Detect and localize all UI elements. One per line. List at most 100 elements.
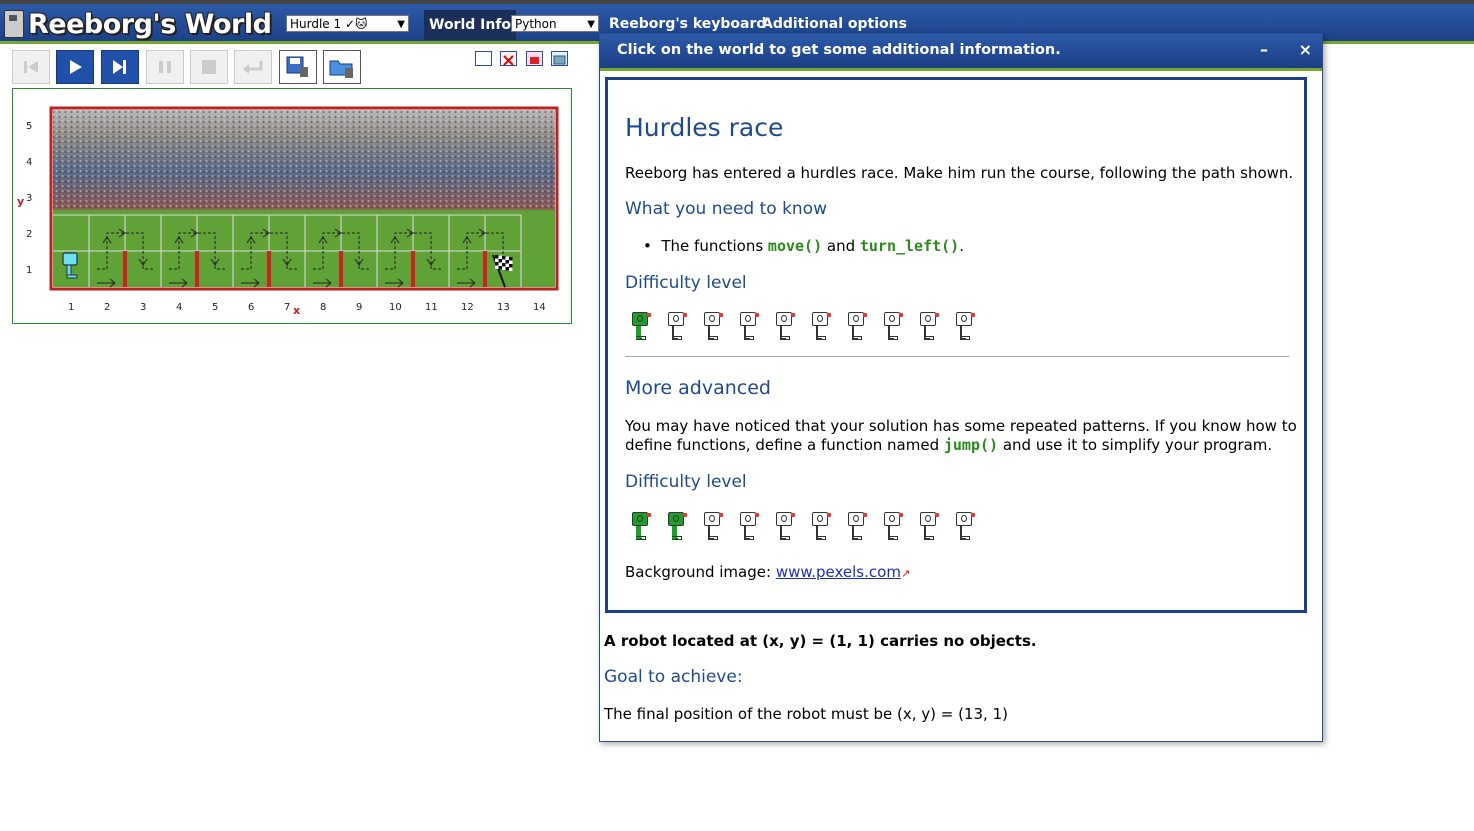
difficulty-heading: Difficulty level	[625, 273, 747, 293]
world-select-value: Hurdle 1 ✓🐱	[290, 17, 368, 31]
save-file-button[interactable]	[279, 50, 317, 84]
x-icon	[503, 55, 514, 66]
advanced-text-line1: You may have noticed that your solution …	[625, 417, 1297, 435]
flag-square	[498, 262, 502, 266]
x-tick-label: 10	[389, 302, 402, 313]
intro-text: Reeborg has entered a hurdles race. Make…	[625, 164, 1294, 182]
advanced-text-line2: define functions, define a function name…	[625, 436, 1272, 454]
difficulty-robot-icon	[954, 512, 990, 544]
bullet-item: • The functions move() and turn_left().	[643, 237, 964, 255]
x-tick-label: 13	[497, 302, 510, 313]
reverse-step-button[interactable]	[12, 50, 50, 84]
bullet-end: .	[959, 237, 964, 255]
stadium-background	[53, 110, 555, 287]
function-jump: jump()	[943, 436, 999, 454]
red-square-icon	[530, 57, 539, 64]
function-move: move()	[767, 237, 823, 255]
y-axis-label: y	[17, 195, 24, 208]
pexels-link[interactable]: www.pexels.com	[776, 563, 901, 581]
save-icon	[286, 56, 308, 77]
x-tick-label: 14	[533, 302, 546, 313]
dialog-header[interactable]: Click on the world to get some additiona…	[600, 34, 1322, 71]
background-label: Background image:	[625, 563, 776, 581]
x-tick-label: 11	[425, 302, 438, 313]
bullet-icon: •	[643, 237, 662, 255]
advanced-heading: More advanced	[625, 377, 771, 399]
highlight-icon[interactable]	[526, 51, 543, 66]
pause-button[interactable]	[146, 50, 184, 84]
advanced-text-b: and use it to simplify your program.	[998, 436, 1273, 454]
background-credit: Background image: www.pexels.com↗	[625, 563, 910, 581]
robot-tool-icon[interactable]	[475, 51, 492, 66]
flag-square	[495, 258, 499, 262]
x-tick-label: 5	[212, 302, 218, 313]
y-tick-label: 1	[26, 265, 32, 276]
x-tick-label: 3	[140, 302, 146, 313]
clear-robot-icon[interactable]	[500, 51, 517, 66]
chevron-down-icon: ▼	[587, 19, 595, 30]
app-title: Reeborg's World	[28, 8, 272, 40]
robot-foot	[66, 274, 78, 279]
pause-icon	[159, 61, 171, 73]
flag-square	[505, 267, 509, 271]
difficulty-heading-2: Difficulty level	[625, 472, 747, 492]
flag-square	[495, 262, 499, 266]
step-button[interactable]	[101, 50, 139, 84]
x-axis-label: x	[293, 304, 300, 317]
stop-button[interactable]	[190, 50, 228, 84]
flag-square	[498, 255, 502, 259]
x-tick-label: 9	[356, 302, 362, 313]
y-tick-label: 4	[26, 157, 32, 168]
flag-square	[505, 260, 509, 264]
minimize-button[interactable]: –	[1260, 40, 1268, 59]
bullet-text: The functions	[661, 237, 768, 255]
difficulty-robot-icon	[846, 312, 882, 344]
flag-square	[505, 256, 509, 260]
reverse-step-icon	[24, 61, 38, 73]
world-canvas[interactable]: 12345 1 2 3 4 5 6 7 8 9 10 11 12 13 14 y x	[12, 88, 572, 324]
x-tick-label: 2	[104, 302, 110, 313]
step-icon	[113, 60, 126, 74]
robot-head	[62, 252, 78, 266]
additional-options-button[interactable]: Additional options	[757, 14, 912, 34]
y-tick-label: 3	[26, 193, 32, 204]
flag-square	[505, 263, 509, 267]
reload-button[interactable]	[234, 50, 272, 84]
robot-info: A robot located at (x, y) = (1, 1) carri…	[604, 632, 1037, 650]
chevron-down-icon: ▼	[397, 19, 405, 30]
world-info-dialog: Click on the world to get some additiona…	[599, 33, 1323, 742]
difficulty-robot-icon	[666, 312, 702, 344]
advanced-text-a: define functions, define a function name…	[625, 436, 944, 454]
difficulty-robot-icon	[810, 512, 846, 544]
open-folder-icon	[329, 60, 353, 78]
keyboard-button[interactable]: Reeborg's keyboard	[604, 14, 771, 34]
language-select[interactable]: Python ▼	[511, 15, 599, 32]
reeborg-logo-icon	[4, 10, 24, 38]
description-title: Hurdles race	[625, 113, 784, 142]
x-tick-label: 7	[284, 302, 290, 313]
difficulty-robot-icon	[702, 512, 738, 544]
flag-square	[509, 267, 513, 271]
play-icon	[70, 60, 82, 74]
language-select-value: Python	[515, 17, 557, 31]
open-file-button[interactable]	[323, 50, 361, 84]
x-tick-label: 4	[176, 302, 182, 313]
external-link-icon: ↗	[900, 567, 911, 580]
difficulty-robot-icon	[738, 312, 774, 344]
need-heading: What you need to know	[625, 199, 827, 219]
world-info-button[interactable]: World Info	[424, 10, 517, 40]
close-button[interactable]: ×	[1299, 40, 1312, 59]
world-select[interactable]: Hurdle 1 ✓🐱 ▼	[286, 15, 409, 32]
world-grid[interactable]: 12345 1 2 3 4 5 6 7 8 9 10 11 12 13 14 y x	[13, 89, 571, 323]
function-turn-left: turn_left()	[859, 237, 960, 255]
difficulty-rating	[630, 312, 990, 344]
flag-square	[502, 263, 506, 267]
world-description: Hurdles race Reeborg has entered a hurdl…	[605, 77, 1307, 613]
difficulty-robot-icon	[630, 512, 666, 544]
edit-world-icon[interactable]	[551, 51, 568, 66]
stop-icon	[202, 60, 216, 74]
difficulty-robot-icon	[738, 512, 774, 544]
x-tick-label: 12	[461, 302, 474, 313]
run-button[interactable]	[56, 50, 94, 84]
difficulty-robot-icon	[954, 312, 990, 344]
